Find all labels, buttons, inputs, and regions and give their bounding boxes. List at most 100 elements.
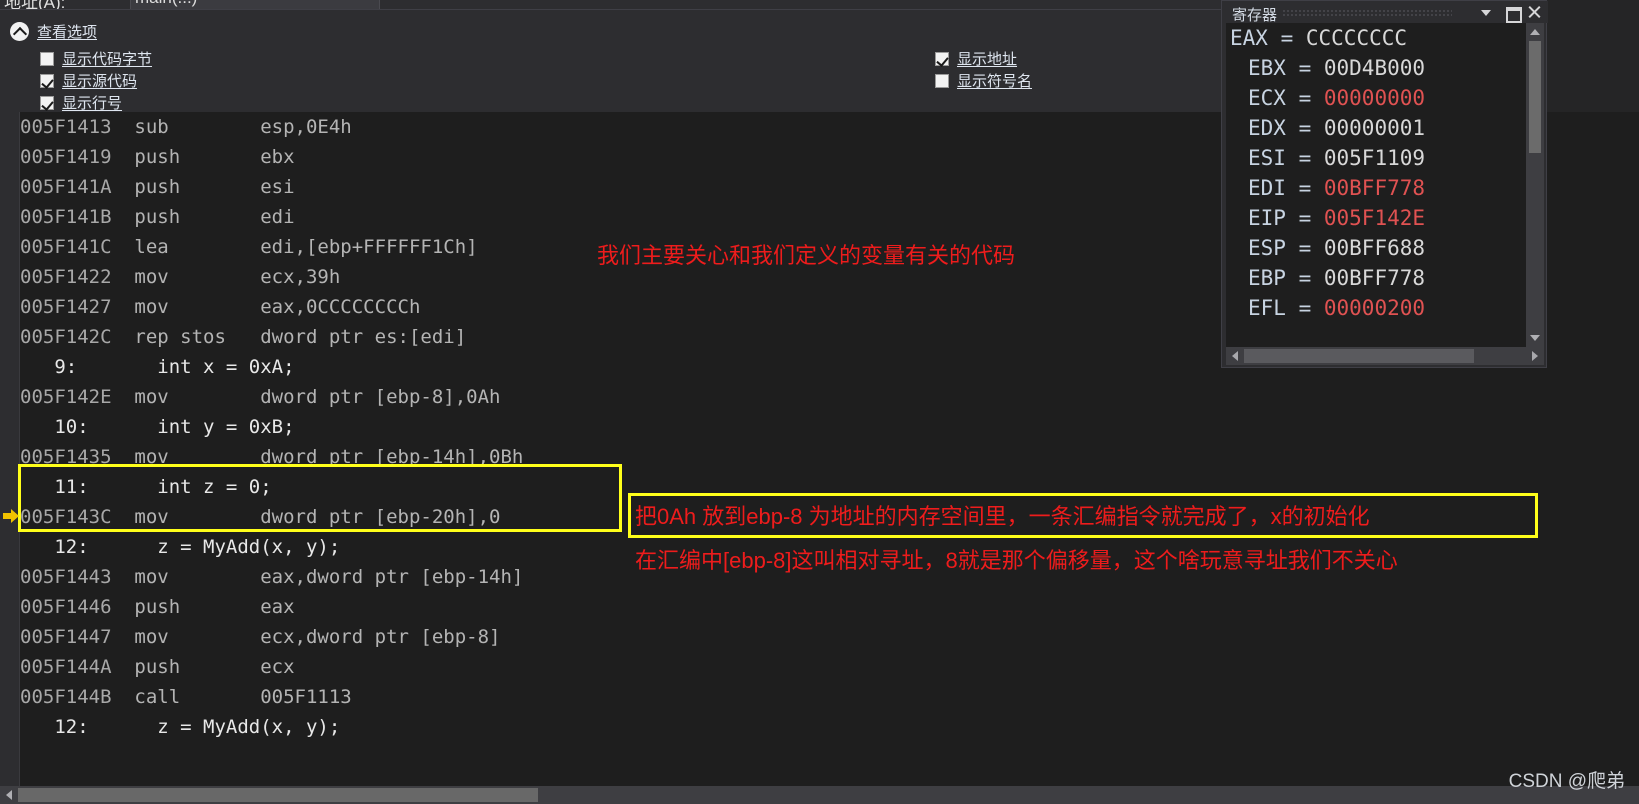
instruction-address: 005F144B — [20, 686, 135, 708]
register-row[interactable]: EIP = 005F142E — [1226, 203, 1526, 233]
instruction-operands: ecx,dword ptr [ebp-8] — [260, 626, 501, 648]
register-row[interactable]: EBX = 00D4B000 — [1226, 53, 1526, 83]
asm-line[interactable]: 005F142E mov dword ptr [ebp-8],0Ah — [20, 382, 1639, 412]
register-row[interactable]: ECX = 00000000 — [1226, 83, 1526, 113]
scrollbar-thumb[interactable] — [1244, 349, 1474, 363]
asm-line[interactable]: 005F144A push ecx — [20, 652, 1639, 682]
registers-vertical-scrollbar[interactable] — [1526, 23, 1544, 347]
asm-line[interactable]: 005F144B call 005F1113 — [20, 682, 1639, 712]
view-options-header-label: 查看选项 — [37, 24, 98, 41]
register-row[interactable]: ESI = 005F1109 — [1226, 143, 1526, 173]
instruction-address: 005F1427 — [20, 296, 135, 318]
register-value: 005F1109 — [1323, 146, 1426, 170]
scroll-left-arrow-icon[interactable] — [0, 786, 18, 804]
register-row[interactable]: EDI = 00BFF778 — [1226, 173, 1526, 203]
checkbox-box[interactable] — [935, 51, 949, 66]
register-row[interactable]: EDX = 00000001 — [1226, 113, 1526, 143]
source-line[interactable]: 11: int z = 0; — [20, 472, 1639, 502]
asm-line[interactable]: 005F1446 push eax — [20, 592, 1639, 622]
instruction-operands: dword ptr es:[edi] — [260, 326, 467, 348]
register-row[interactable]: EAX = CCCCCCCC — [1226, 23, 1526, 53]
asm-line[interactable]: 005F1435 mov dword ptr [ebp-14h],0Bh — [20, 442, 1639, 472]
registers-horizontal-scrollbar[interactable] — [1226, 347, 1544, 365]
register-row[interactable]: EBP = 00BFF778 — [1226, 263, 1526, 293]
instruction-address: 005F1443 — [20, 566, 135, 588]
instruction-operands: esp,0E4h — [260, 116, 352, 138]
checkbox-show-symbol-names[interactable]: 显示符号名 — [935, 70, 1032, 91]
address-combobox[interactable]: main(...) — [130, 0, 380, 9]
checkbox-box[interactable] — [935, 73, 949, 88]
registers-window: 寄存器 EAX = CCCCCCCC EBX = 00D4B000 ECX = 00… — [1221, 0, 1548, 368]
drag-grip-icon[interactable] — [1282, 9, 1452, 17]
register-value: CCCCCCCC — [1305, 26, 1408, 50]
checkbox-show-source-code[interactable]: 显示源代码 — [40, 70, 137, 91]
source-line-number: 12: — [20, 716, 158, 738]
register-name: EBX — [1248, 56, 1286, 80]
instruction-mnemonic: mov — [134, 386, 261, 408]
registers-list[interactable]: EAX = CCCCCCCC EBX = 00D4B000 ECX = 000000… — [1226, 23, 1526, 347]
panel-filler — [1547, 0, 1639, 112]
scrollbar-thumb[interactable] — [1529, 41, 1541, 153]
instruction-operands: ebx — [260, 146, 295, 168]
checkbox-label: 显示行号 — [62, 95, 123, 112]
instruction-operands: ecx,39h — [260, 266, 341, 288]
register-value: 005F142E — [1323, 206, 1426, 230]
instruction-mnemonic: mov — [134, 566, 261, 588]
source-line-number: 9: — [20, 356, 158, 378]
register-name: EDI — [1248, 176, 1286, 200]
register-name: EFL — [1248, 296, 1286, 320]
source-line-number: 11: — [20, 476, 158, 498]
source-line[interactable]: 10: int y = 0xB; — [20, 412, 1639, 442]
close-icon[interactable] — [1524, 2, 1545, 22]
scroll-down-arrow-icon[interactable] — [1526, 330, 1544, 347]
instruction-mnemonic: push — [134, 206, 261, 228]
editor-horizontal-scrollbar[interactable] — [0, 786, 1639, 804]
scroll-right-arrow-icon[interactable] — [1526, 347, 1544, 365]
source-text: int z = 0; — [157, 476, 272, 498]
register-name: ESI — [1248, 146, 1286, 170]
register-row[interactable]: ESP = 00BFF688 — [1226, 233, 1526, 263]
checkbox-box[interactable] — [40, 73, 54, 88]
window-restore-icon[interactable] — [1502, 2, 1523, 23]
checkbox-show-code-bytes[interactable]: 显示代码字节 — [40, 48, 152, 69]
register-value: 00D4B000 — [1323, 56, 1426, 80]
register-equals: = — [1285, 266, 1324, 290]
source-text: int y = 0xB; — [157, 416, 295, 438]
instruction-address: 005F144A — [20, 656, 135, 678]
register-equals: = — [1285, 176, 1324, 200]
source-line-number: 12: — [20, 536, 158, 558]
registers-title-bar[interactable]: 寄存器 — [1222, 1, 1548, 24]
checkbox-box[interactable] — [40, 95, 54, 110]
checkbox-show-address[interactable]: 显示地址 — [935, 48, 1017, 69]
instruction-mnemonic: push — [134, 176, 261, 198]
instruction-mnemonic: push — [134, 146, 261, 168]
view-options-header[interactable]: 查看选项 — [10, 21, 97, 42]
register-value: 00000000 — [1323, 86, 1426, 110]
checkbox-box[interactable] — [40, 51, 54, 66]
register-row[interactable]: EFL = 00000200 — [1226, 293, 1526, 323]
register-equals: = — [1285, 206, 1324, 230]
scroll-up-arrow-icon[interactable] — [1526, 23, 1544, 40]
scroll-left-arrow-icon[interactable] — [1226, 347, 1244, 365]
instruction-address: 005F1419 — [20, 146, 135, 168]
editor-gutter[interactable] — [0, 112, 20, 786]
register-value: 00BFF778 — [1323, 266, 1426, 290]
chevron-up-icon[interactable] — [10, 22, 29, 41]
instruction-operands: esi — [260, 176, 295, 198]
instruction-mnemonic: rep stos — [134, 326, 261, 348]
checkbox-show-line-numbers[interactable]: 显示行号 — [40, 92, 122, 113]
source-text: z = MyAdd(x, y); — [157, 536, 341, 558]
source-line[interactable]: 12: z = MyAdd(x, y); — [20, 712, 1639, 742]
register-name: ECX — [1248, 86, 1286, 110]
asm-line[interactable]: 005F1447 mov ecx,dword ptr [ebp-8] — [20, 622, 1639, 652]
instruction-address: 005F1435 — [20, 446, 135, 468]
address-bar: 地址(A): main(...) — [0, 0, 1221, 9]
instruction-mnemonic: mov — [134, 296, 261, 318]
instruction-mnemonic: push — [134, 596, 261, 618]
window-menu-chevron-down-icon[interactable] — [1476, 2, 1497, 22]
scrollbar-thumb[interactable] — [18, 788, 538, 802]
disassembly-window: 地址(A): main(...) 查看选项 显示代码字节 显示源代码 显示行号 … — [0, 0, 1639, 804]
instruction-operands: dword ptr [ebp-8],0Ah — [260, 386, 501, 408]
register-value: 00BFF688 — [1323, 236, 1426, 260]
instruction-address: 005F142C — [20, 326, 135, 348]
